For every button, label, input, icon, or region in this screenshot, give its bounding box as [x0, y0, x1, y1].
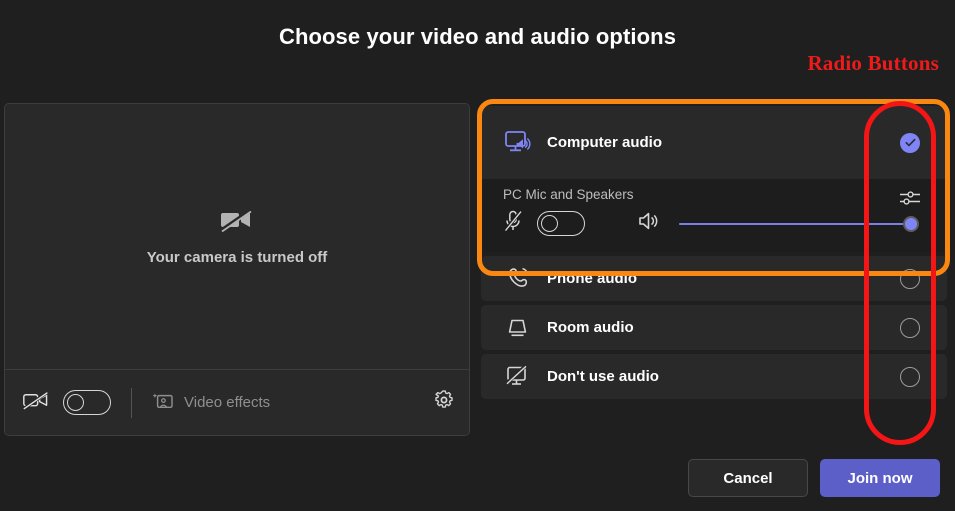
camera-toggle[interactable] [63, 390, 111, 415]
radio-computer-audio[interactable] [900, 132, 920, 153]
video-effects-label: Video effects [184, 394, 271, 411]
audio-option-label: Room audio [547, 319, 634, 336]
audio-device-controls [503, 209, 925, 237]
radio-slot [873, 354, 947, 399]
radio-phone-audio[interactable] [900, 268, 920, 289]
radio-dont-use-audio[interactable] [900, 366, 920, 387]
toggle-knob [541, 215, 558, 232]
gear-icon[interactable] [433, 389, 455, 416]
cancel-button[interactable]: Cancel [688, 459, 808, 497]
video-effects-button[interactable]: Video effects [152, 392, 270, 414]
camera-off-icon[interactable] [22, 390, 49, 415]
toolbar-divider [131, 387, 132, 418]
microphone-muted-icon[interactable] [503, 209, 523, 237]
speaker-icon[interactable] [637, 210, 661, 237]
audio-option-dont-use-audio[interactable]: Don't use audio [481, 354, 947, 399]
page-title: Choose your video and audio options [278, 24, 677, 49]
monitor-speaker-icon [503, 130, 537, 156]
computer-audio-group: Computer audio PC Mic and Speakers [481, 106, 947, 252]
radio-slot [873, 256, 947, 301]
video-toolbar: Video effects [5, 369, 469, 435]
room-speaker-icon [503, 315, 537, 341]
radio-slot [873, 305, 947, 350]
audio-device-panel: PC Mic and Speakers [481, 179, 947, 252]
audio-options-list: Computer audio PC Mic and Speakers Phone… [481, 106, 947, 399]
microphone-toggle[interactable] [537, 211, 585, 236]
join-meeting-dialog: Choose your video and audio options Radi… [0, 0, 955, 511]
volume-slider[interactable] [679, 215, 919, 233]
toggle-knob [67, 394, 84, 411]
camera-off-icon [220, 208, 253, 237]
volume-slider-track [679, 222, 917, 225]
volume-slider-thumb[interactable] [903, 215, 919, 232]
audio-option-label: Don't use audio [547, 368, 659, 385]
monitor-muted-icon [503, 363, 537, 390]
audio-option-room-audio[interactable]: Room audio [481, 305, 947, 350]
radio-slot [873, 106, 947, 179]
video-preview-panel: Your camera is turned off Video effects [4, 103, 470, 436]
audio-settings-sliders-icon[interactable] [873, 187, 947, 209]
dialog-footer: Cancel Join now [688, 459, 940, 497]
video-preview-stage: Your camera is turned off [5, 104, 469, 370]
audio-option-computer-audio[interactable]: Computer audio [481, 106, 947, 179]
audio-device-name: PC Mic and Speakers [503, 187, 634, 202]
video-effects-icon [152, 392, 174, 414]
audio-option-phone-audio[interactable]: Phone audio [481, 256, 947, 301]
join-now-button[interactable]: Join now [820, 459, 940, 497]
annotation-label-radio-buttons: Radio Buttons [807, 51, 939, 75]
phone-audio-icon [503, 266, 537, 292]
camera-off-message: Your camera is turned off [146, 249, 328, 266]
audio-option-label: Computer audio [547, 134, 662, 151]
radio-room-audio[interactable] [900, 317, 920, 338]
audio-option-label: Phone audio [547, 270, 637, 287]
